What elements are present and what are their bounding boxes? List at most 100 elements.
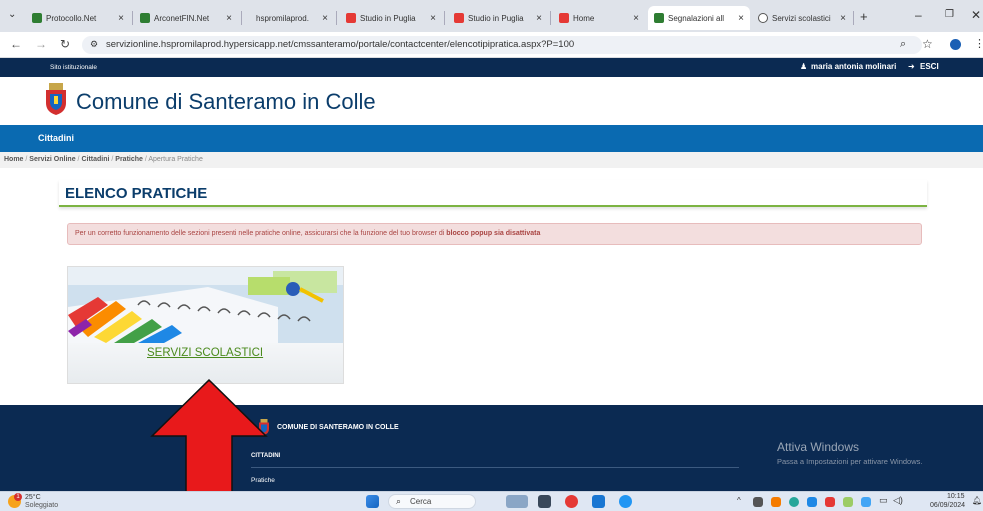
breadcrumb: Home / Servizi Online / Cittadini / Prat… [0,152,983,168]
page-title: ELENCO PRATICHE [65,185,208,202]
school-supplies-image [68,267,343,343]
task-view-icon[interactable] [506,495,528,508]
weather-temp: 25°C [25,494,41,501]
tray-app-icon[interactable] [861,497,871,507]
menu-item-cittadini[interactable]: Cittadini [38,133,74,143]
menu-kebab-icon[interactable]: ⋮ [974,37,983,50]
tab-segnalazioni[interactable]: Segnalazioni all × [648,6,750,30]
breadcrumb-home[interactable]: Home [4,156,23,163]
breadcrumb-cittadini[interactable]: Cittadini [81,156,109,163]
breadcrumb-current: Apertura Pratiche [148,156,203,163]
tab-arconetfin[interactable]: ArconetFIN.Net × [134,6,238,30]
taskbar-search-icon: ⌕ [396,496,402,506]
user-icon: ♟ [800,62,808,71]
network-icon[interactable]: ▭ [879,495,888,506]
tab-search-icon[interactable]: ⌄ [8,9,16,20]
tab-hspromilaprod[interactable]: hspromilaprod. × [250,6,334,30]
tab-favicon-icon [559,13,569,23]
footer-divider [251,467,739,468]
alert-text: Per un corretto funzionamento delle sezi… [75,230,447,237]
weather-badge: 1 [14,493,22,501]
site-top-strip: Sito istituzionale ♟ maria antonia molin… [0,58,983,77]
tab-favicon-icon [32,13,42,23]
main-menu-bar: Cittadini [0,125,983,152]
url-input[interactable]: ⚙ servizionline.hspromilaprod.hypersicap… [82,36,922,54]
reload-icon[interactable]: ↻ [60,37,70,51]
coat-of-arms-icon [46,83,66,115]
site-footer: COMUNE DI SANTERAMO IN COLLE CITTADINI P… [0,405,983,491]
chrome-icon[interactable] [565,495,578,508]
tray-app-icon[interactable] [771,497,781,507]
volume-icon[interactable]: ◁) [893,495,903,506]
tab-close-icon[interactable]: × [536,13,542,24]
tab-favicon-icon [654,13,664,23]
back-icon[interactable]: ← [10,37,22,51]
tab-close-icon[interactable]: × [226,13,232,24]
restore-icon[interactable]: ❐ [945,9,954,20]
activate-windows-subtitle: Passa a Impostazioni per attivare Window… [777,457,923,466]
tray-app-icon[interactable] [843,497,853,507]
tray-chevron-icon[interactable]: ^ [737,496,741,505]
tab-close-icon[interactable]: × [633,13,639,24]
outlook-icon[interactable] [592,495,605,508]
institutional-site-link[interactable]: Sito istituzionale [50,64,97,71]
tab-close-icon[interactable]: × [322,13,328,24]
tab-favicon-icon [346,13,356,23]
tray-app-icon[interactable] [789,497,799,507]
tab-protocollo[interactable]: Protocollo.Net × [26,6,130,30]
tab-separator [853,11,854,25]
taskbar-search-label: Cerca [410,497,432,506]
tab-servizi-scolastici[interactable]: Servizi scolastici × [752,6,852,30]
minimize-icon[interactable]: – [915,8,922,22]
forward-icon[interactable]: → [35,37,47,51]
tab-close-icon[interactable]: × [118,13,124,24]
tab-separator [444,11,445,25]
site-title[interactable]: Comune di Santeramo in Colle [76,89,376,115]
logout-icon: ➜ [908,62,915,71]
tab-separator [241,11,242,25]
zoom-icon[interactable]: ⌕ [900,38,906,51]
breadcrumb-servizi-online[interactable]: Servizi Online [29,156,75,163]
page-title-box: ELENCO PRATICHE [59,180,927,207]
clock-date[interactable]: 06/09/2024 [930,502,965,509]
tray-app-icon[interactable] [753,497,763,507]
profile-icon[interactable] [950,39,961,50]
tab-separator [550,11,551,25]
tab-home[interactable]: Home × [553,6,645,30]
new-tab-button[interactable]: + [860,9,868,24]
alert-bold-text: blocco popup sia disattivata [446,230,541,237]
notification-bell-icon[interactable]: 🔔︎ [972,496,982,505]
footer-title: COMUNE DI SANTERAMO IN COLLE [277,424,399,431]
site-info-icon[interactable]: ⚙ [90,39,98,50]
file-explorer-icon[interactable] [538,495,551,508]
tab-separator [336,11,337,25]
service-card-servizi-scolastici[interactable]: SERVIZI SCOLASTICI [67,266,344,384]
tab-studio-puglia-2[interactable]: Studio in Puglia × [448,6,548,30]
windows-start-icon[interactable] [366,495,379,508]
tab-favicon-icon [454,13,464,23]
tab-close-icon[interactable]: × [738,13,744,24]
bookmark-star-icon[interactable]: ☆ [922,37,933,51]
tray-app-icon[interactable] [825,497,835,507]
tray-app-icon[interactable] [807,497,817,507]
popup-warning-alert: Per un corretto funzionamento delle sezi… [67,223,922,245]
close-window-icon[interactable]: ✕ [971,8,981,22]
tab-studio-puglia-1[interactable]: Studio in Puglia × [340,6,442,30]
logout-link[interactable]: ESCI [920,62,939,71]
taskbar-search-box[interactable]: ⌕ Cerca [388,494,476,509]
app-icon[interactable] [619,495,632,508]
tab-separator [132,11,133,25]
breadcrumb-pratiche[interactable]: Pratiche [115,156,143,163]
tab-close-icon[interactable]: × [430,13,436,24]
card-label-link[interactable]: SERVIZI SCOLASTICI [147,347,263,359]
windows-taskbar: 1 25°C Soleggiato ⌕ Cerca ^ ▭ ◁) 10:15 0… [0,491,983,511]
site-header: Comune di Santeramo in Colle [0,77,983,125]
tab-favicon-icon [758,13,768,23]
clock-time[interactable]: 10:15 [947,493,965,500]
activate-windows-title: Attiva Windows [777,440,860,454]
weather-desc: Soleggiato [25,502,59,509]
user-name[interactable]: maria antonia molinari [811,62,896,71]
browser-address-bar: ← → ↻ ⚙ servizionline.hspromilaprod.hype… [0,32,983,58]
tab-favicon-icon [140,13,150,23]
tab-close-icon[interactable]: × [840,13,846,24]
